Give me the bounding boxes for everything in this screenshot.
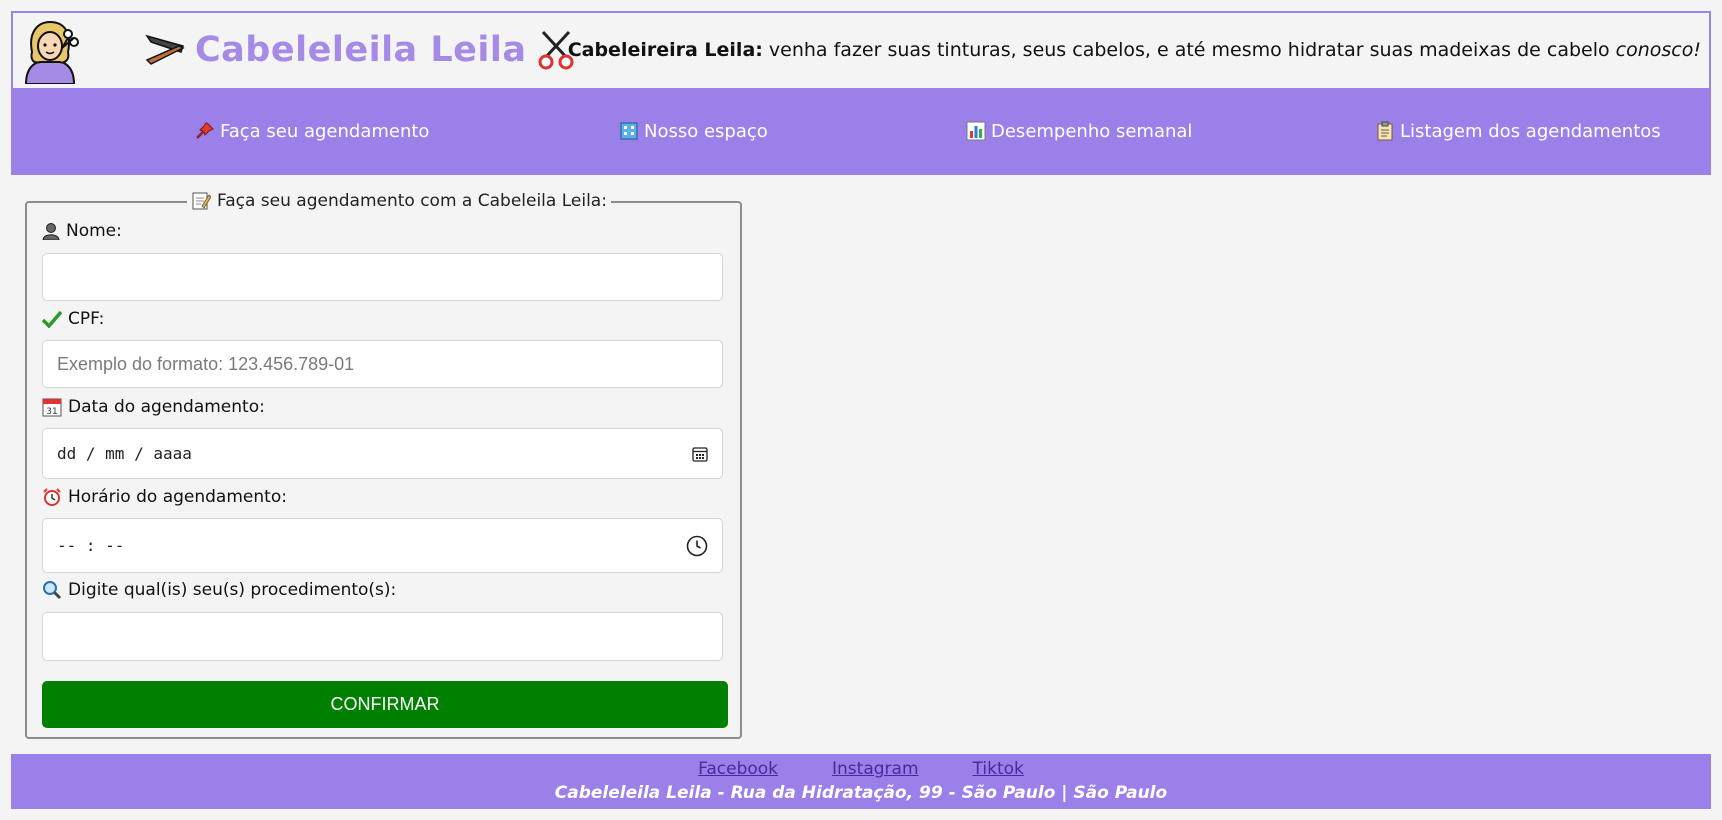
pushpin-icon bbox=[196, 122, 214, 139]
form-legend-text: Faça seu agendamento com a Cabeleila Lei… bbox=[217, 191, 607, 211]
tiktok-link[interactable]: Tiktok bbox=[973, 759, 1024, 779]
schedule-form: Faça seu agendamento com a Cabeleila Lei… bbox=[25, 191, 742, 739]
nav-item-performance[interactable]: Desempenho semanal bbox=[966, 118, 1192, 144]
tagline: Cabeleireira Leila: venha fazer suas tin… bbox=[568, 39, 1701, 61]
cpf-label: CPF: bbox=[42, 309, 104, 329]
nav-item-label: Desempenho semanal bbox=[991, 120, 1193, 142]
date-input-value: dd / mm / aaaa bbox=[57, 444, 192, 463]
form-legend: Faça seu agendamento com a Cabeleila Lei… bbox=[187, 191, 611, 211]
nav-item-list[interactable]: Listagem dos agendamentos bbox=[1375, 118, 1661, 144]
time-label: Horário do agendamento: bbox=[42, 487, 287, 507]
cpf-label-text: CPF: bbox=[68, 309, 105, 329]
clipboard-icon bbox=[1377, 121, 1393, 141]
nav-item-label: Nosso espaço bbox=[644, 120, 768, 142]
bar-chart-icon bbox=[966, 121, 986, 141]
tagline-text: venha fazer suas tinturas, seus cabelos,… bbox=[762, 39, 1616, 61]
procedure-input[interactable] bbox=[42, 612, 723, 661]
woman-hairdresser-icon bbox=[24, 20, 79, 84]
site-footer: Facebook Instagram Tiktok Cabeleleila Le… bbox=[11, 754, 1711, 809]
nav-item-space[interactable]: Nosso espaço bbox=[619, 118, 768, 144]
brand: Cabeleleila Leila bbox=[145, 25, 575, 75]
name-label-text: Nome: bbox=[66, 221, 122, 241]
instagram-link[interactable]: Instagram bbox=[832, 759, 919, 779]
date-input[interactable]: dd / mm / aaaa bbox=[42, 428, 723, 479]
procedure-label: Digite qual(is) seu(s) procedimento(s): bbox=[42, 580, 396, 600]
bust-icon bbox=[42, 223, 60, 240]
clock-icon[interactable] bbox=[686, 535, 708, 557]
facebook-link[interactable]: Facebook bbox=[698, 759, 778, 779]
time-label-text: Horário do agendamento: bbox=[68, 487, 287, 507]
nav-item-schedule[interactable]: Faça seu agendamento bbox=[195, 118, 429, 144]
date-label: 31 Data do agendamento: bbox=[42, 397, 265, 417]
check-mark-icon bbox=[42, 310, 62, 328]
calendar-icon: 31 bbox=[42, 398, 62, 417]
cpf-input[interactable]: Exemplo do formato: 123.456.789-01 bbox=[42, 340, 723, 388]
procedure-label-text: Digite qual(is) seu(s) procedimento(s): bbox=[68, 580, 397, 600]
nav-item-label: Faça seu agendamento bbox=[220, 120, 430, 142]
site-header: Cabeleleila Leila Cabeleireira Leila: ve… bbox=[11, 11, 1711, 88]
name-label: Nome: bbox=[42, 221, 122, 241]
social-links: Facebook Instagram Tiktok bbox=[11, 759, 1711, 779]
razor-icon bbox=[145, 34, 185, 65]
confirm-button[interactable]: CONFIRMAR bbox=[42, 681, 728, 728]
alarm-clock-icon bbox=[43, 488, 61, 506]
footer-address: Cabeleleila Leila - Rua da Hidratação, 9… bbox=[554, 783, 1168, 803]
time-input[interactable]: -- : -- bbox=[42, 518, 723, 573]
cpf-input-placeholder: Exemplo do formato: 123.456.789-01 bbox=[57, 353, 355, 374]
time-input-value: -- : -- bbox=[57, 536, 125, 555]
name-input[interactable] bbox=[42, 253, 723, 301]
building-icon bbox=[620, 122, 638, 140]
memo-icon bbox=[192, 192, 211, 210]
date-label-text: Data do agendamento: bbox=[68, 397, 265, 417]
brand-title: Cabeleleila Leila bbox=[195, 30, 527, 70]
main-nav: Faça seu agendamento Nosso espaço Desemp… bbox=[11, 88, 1711, 175]
svg-text:31: 31 bbox=[46, 407, 57, 417]
nav-item-label: Listagem dos agendamentos bbox=[1400, 120, 1661, 142]
magnifying-glass-icon bbox=[43, 581, 62, 600]
tagline-italic: conosco! bbox=[1615, 39, 1701, 61]
tagline-bold: Cabeleireira Leila: bbox=[567, 39, 763, 61]
calendar-picker-icon[interactable] bbox=[692, 446, 708, 462]
